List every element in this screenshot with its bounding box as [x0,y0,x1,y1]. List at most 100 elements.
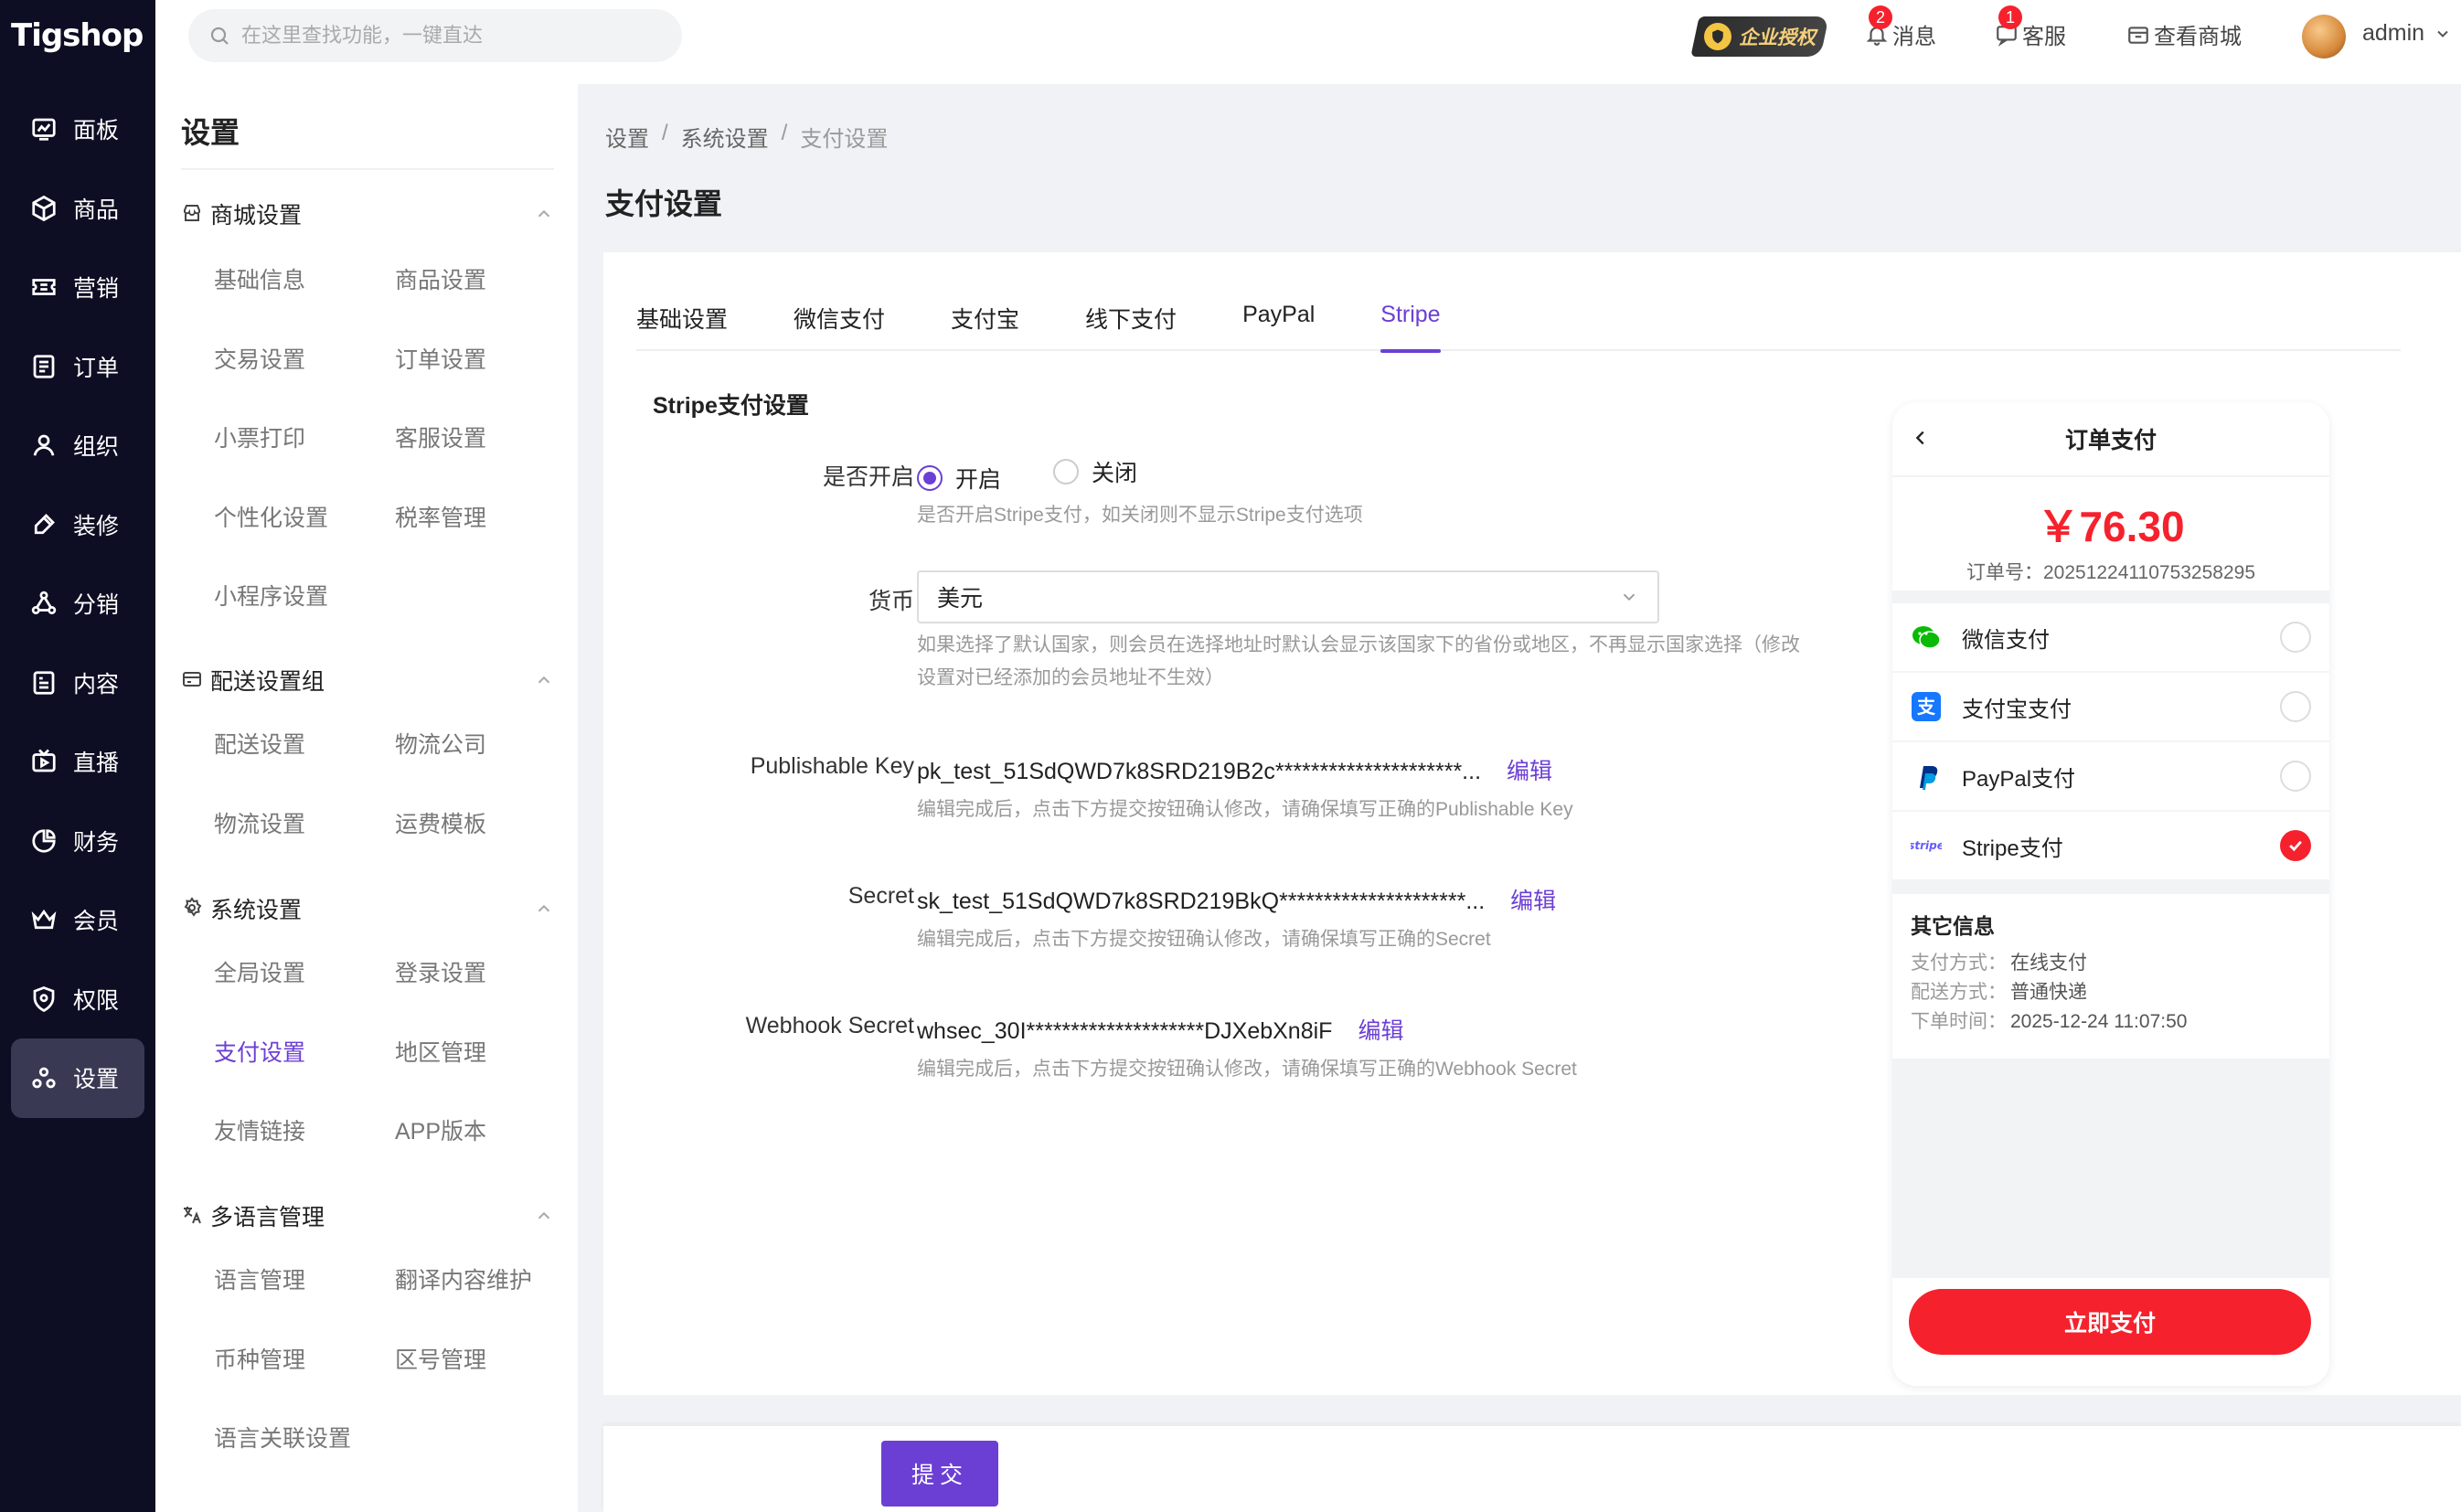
sub-link-shipping-template[interactable]: 运费模板 [362,783,543,863]
enable-on-radio[interactable]: 开启 [917,462,1001,495]
tab-alipay[interactable]: 支付宝 [951,300,1019,351]
nav-item-goods[interactable]: 商品 [11,169,144,249]
sub-link-payment-settings[interactable]: 支付设置 [181,1012,362,1091]
content-icon [27,666,60,699]
nav-label: 财务 [73,829,120,856]
shield-icon [27,983,60,1016]
nav-label: 面板 [73,118,120,144]
radio-dot [1052,459,1079,484]
sub-link-personalization[interactable]: 个性化设置 [181,477,362,557]
nav-label: 商品 [73,197,120,223]
nav-item-decoration[interactable]: 装修 [11,485,144,565]
publishable-key-value: pk_test_51SdQWD7k8SRD219B2c*************… [917,759,1482,784]
secret-edit-link[interactable]: 编辑 [1510,889,1556,914]
search-icon [210,27,229,45]
sub-link-order-settings[interactable]: 订单设置 [362,319,543,399]
nav-item-distribution[interactable]: 分销 [11,564,144,644]
sub-link-language-management[interactable]: 语言管理 [181,1240,362,1319]
nav-item-marketing[interactable]: 营销 [11,248,144,327]
tab-paypal[interactable]: PayPal [1242,300,1315,351]
tab-basic[interactable]: 基础设置 [636,300,728,351]
breadcrumb-item[interactable]: 系统设置 [681,121,769,153]
sub-link-area-code-management[interactable]: 区号管理 [362,1319,543,1399]
nav-label: 装修 [73,513,120,539]
group-header[interactable]: 系统设置 [181,890,565,927]
webhook-secret-edit-link[interactable]: 编辑 [1358,1018,1403,1044]
nav-item-settings[interactable]: 设置 [11,1038,144,1118]
sub-link-service-settings[interactable]: 客服设置 [362,398,543,477]
info-value: 在线支付 [2010,953,2087,974]
sub-link-app-version[interactable]: APP版本 [362,1091,543,1170]
radio-label: 关闭 [1091,461,1137,486]
sub-link-basic-info[interactable]: 基础信息 [181,240,362,319]
wechat-icon [1911,622,1942,653]
nav-label: 订单 [73,355,120,381]
brand-logo[interactable]: Tigshop [11,13,144,59]
group-title: 多语言管理 [210,1205,325,1230]
sub-link-currency-management[interactable]: 币种管理 [181,1319,362,1399]
sub-link-global-settings[interactable]: 全局设置 [181,932,362,1012]
sub-link-logistics-settings[interactable]: 物流设置 [181,783,362,863]
publishable-key-edit-link[interactable]: 编辑 [1507,759,1552,784]
service-label: 客服 [2022,25,2066,49]
tab-stripe[interactable]: Stripe [1380,300,1441,353]
enterprise-auth-badge[interactable]: 企业授权 [1690,16,1829,57]
info-label: 支付方式： [1911,953,2007,974]
sub-link-delivery-settings[interactable]: 配送设置 [181,704,362,783]
sub-link-translation-content[interactable]: 翻译内容维护 [362,1240,543,1319]
nav-label: 组织 [73,434,120,461]
group-header[interactable]: 商城设置 [181,196,565,232]
submit-button[interactable]: 提交 [881,1441,998,1507]
nav-item-organization[interactable]: 组织 [11,406,144,485]
tab-offline[interactable]: 线下支付 [1085,300,1177,351]
nav-item-finance[interactable]: 财务 [11,802,144,881]
preview-header: 订单支付 [1892,402,2329,477]
webhook-secret-help: 编辑完成后，点击下方提交按钮确认修改，请确保填写正确的Webhook Secre… [917,1059,1577,1080]
preview-price: ￥76.30 [2037,503,2185,550]
currency-select[interactable]: 美元 [917,570,1659,623]
sub-link-miniprogram[interactable]: 小程序设置 [181,556,362,635]
group-title: 商城设置 [210,203,303,229]
nav-item-dashboard[interactable]: 面板 [11,90,144,169]
nav-item-content[interactable]: 内容 [11,644,144,723]
avatar[interactable] [2302,15,2346,59]
view-store-button[interactable]: 查看商城 [2126,18,2242,50]
sub-link-language-association[interactable]: 语言关联设置 [181,1398,362,1477]
breadcrumb-item[interactable]: 设置 [605,121,649,153]
pay-method-paypal: PayPal支付 [1892,742,2329,812]
nav-item-orders[interactable]: 订单 [11,327,144,407]
divider [181,168,554,170]
chevron-down-icon [1623,593,1635,602]
main-sidebar: Tigshop 面板 商品 营销 订单 组织 装修 分销 内容 直播 财务 会员… [0,0,155,1512]
nav-item-permission[interactable]: 权限 [11,960,144,1039]
breadcrumb-current: 支付设置 [800,127,889,152]
search-input[interactable] [241,24,644,48]
nav-item-member[interactable]: 会员 [11,880,144,960]
brush-icon [27,508,60,541]
sub-link-friend-links[interactable]: 友情链接 [181,1091,362,1170]
sub-link-product-settings[interactable]: 商品设置 [362,240,543,319]
pay-method-label: PayPal支付 [1962,766,2076,792]
nav-item-live[interactable]: 直播 [11,722,144,802]
tab-wechat[interactable]: 微信支付 [794,300,885,351]
sub-link-receipt-print[interactable]: 小票打印 [181,398,362,477]
service-button[interactable]: 1 客服 [1995,5,2066,50]
sub-link-logistics-company[interactable]: 物流公司 [362,704,543,783]
user-menu[interactable]: admin [2362,20,2452,47]
enable-label: 是否开启 [822,464,914,490]
enable-off-radio[interactable]: 关闭 [1052,455,1137,488]
group-header[interactable]: 配送设置组 [181,662,565,698]
group-header[interactable]: 多语言管理 [181,1198,565,1234]
sub-link-region-management[interactable]: 地区管理 [362,1012,543,1091]
pay-method-label: 支付宝支付 [1962,697,2072,722]
sub-link-login-settings[interactable]: 登录设置 [362,932,543,1012]
sub-link-trade-settings[interactable]: 交易设置 [181,319,362,399]
pie-icon [27,825,60,857]
delivery-icon [181,668,205,692]
chevron-up-icon [534,1206,554,1226]
sub-link-tax-management[interactable]: 税率管理 [362,477,543,557]
search-box[interactable] [188,9,682,62]
info-pay-type: 支付方式： 在线支付 [1911,949,2311,978]
breadcrumb-separator: / [781,121,788,145]
messages-button[interactable]: 2 消息 [1865,5,1936,50]
